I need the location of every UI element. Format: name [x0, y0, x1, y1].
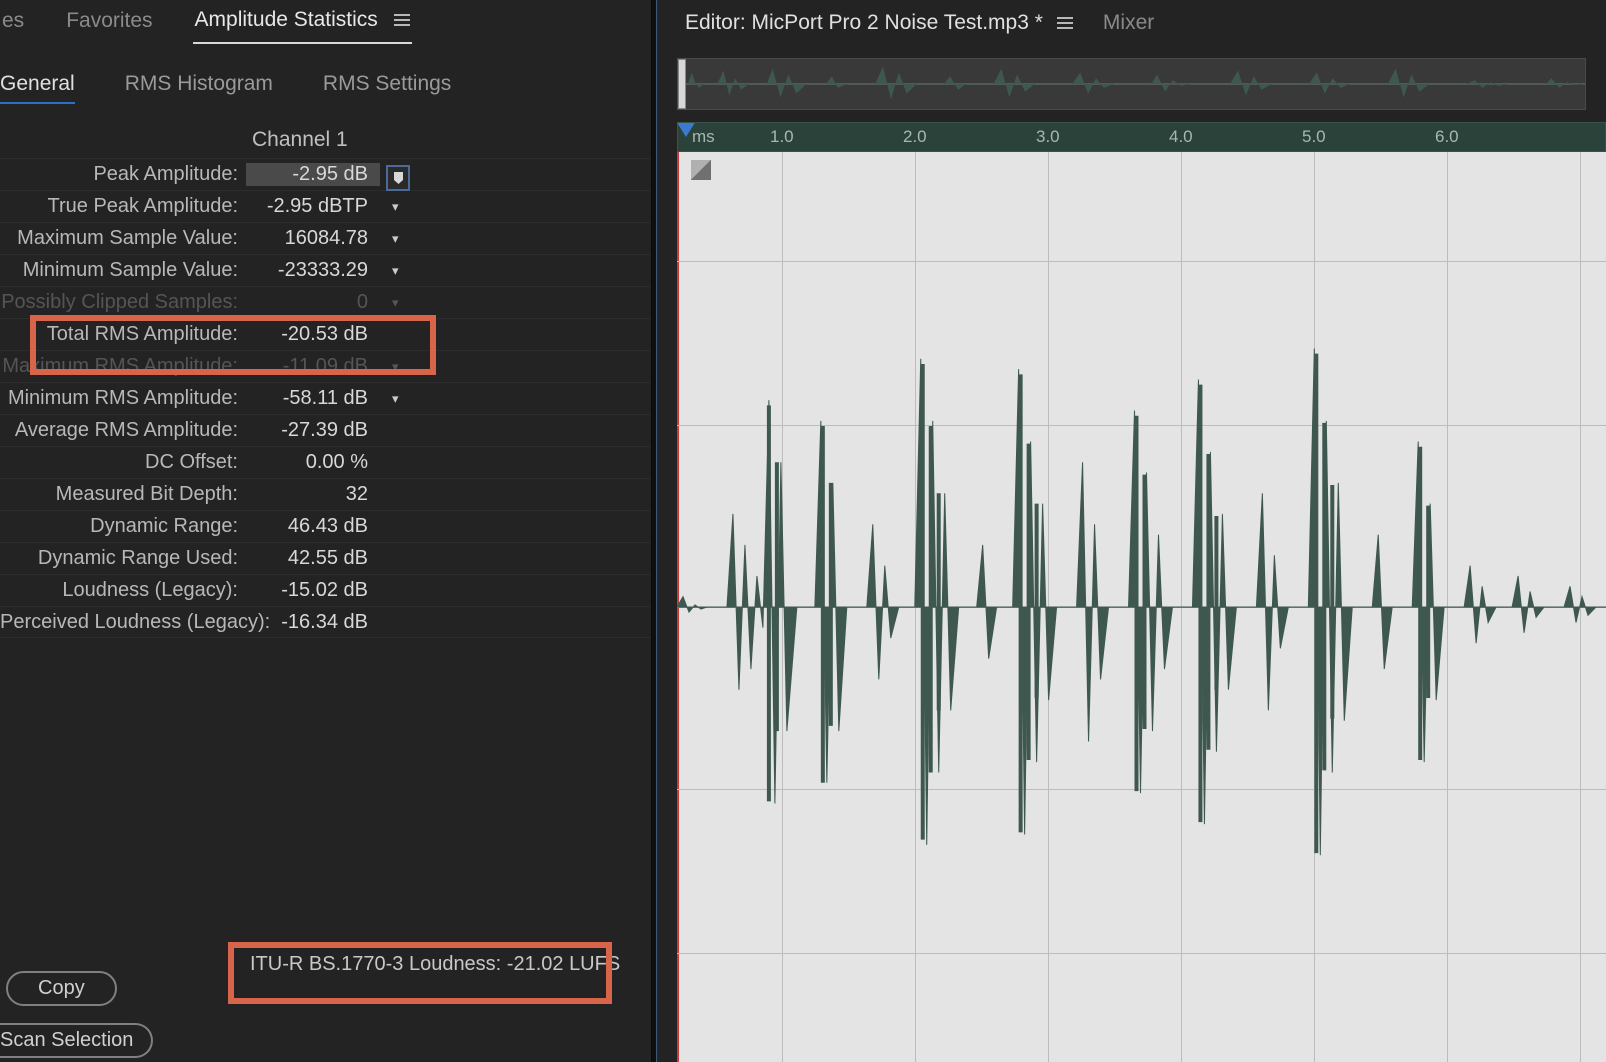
subtab-rms-histogram[interactable]: RMS Histogram: [125, 72, 273, 104]
label-loudness-legacy: Loudness (Legacy):: [0, 579, 246, 602]
marker-button[interactable]: ▾: [392, 359, 416, 375]
label-true-peak: True Peak Amplitude:: [0, 195, 246, 218]
value-bit-depth[interactable]: 32: [246, 483, 380, 506]
tab-favorites[interactable]: Favorites: [64, 5, 154, 43]
value-min-sample[interactable]: -23333.29: [246, 259, 380, 282]
row-loudness-legacy: Loudness (Legacy): -15.02 dB: [0, 574, 651, 606]
label-dynamic-range: Dynamic Range:: [0, 515, 246, 538]
value-dc-offset[interactable]: 0.00 %: [246, 451, 380, 474]
editor-tab-bar: Editor: MicPort Pro 2 Noise Test.mp3 * M…: [657, 0, 1606, 44]
label-min-sample: Minimum Sample Value:: [0, 259, 246, 282]
tab-amplitude-statistics[interactable]: Amplitude Statistics: [193, 4, 412, 44]
value-max-rms[interactable]: -11.09 dB: [246, 355, 380, 378]
row-dynamic-range-used: Dynamic Range Used: 42.55 dB: [0, 542, 651, 574]
editor-menu-icon[interactable]: [1057, 17, 1073, 29]
stats-table: Peak Amplitude: -2.95 dB True Peak Ampli…: [0, 158, 651, 638]
row-bit-depth: Measured Bit Depth: 32: [0, 478, 651, 510]
tab-mixer[interactable]: Mixer: [1103, 11, 1154, 35]
row-total-rms: Total RMS Amplitude: -20.53 dB: [0, 318, 651, 350]
stats-subtab-bar: General RMS Histogram RMS Settings: [0, 44, 651, 118]
tab-files-partial[interactable]: es: [0, 5, 26, 43]
label-dynamic-range-used: Dynamic Range Used:: [0, 547, 246, 570]
row-peak-amplitude: Peak Amplitude: -2.95 dB: [0, 158, 651, 190]
row-dc-offset: DC Offset: 0.00 %: [0, 446, 651, 478]
row-true-peak: True Peak Amplitude: -2.95 dBTP ▾: [0, 190, 651, 222]
value-dynamic-range[interactable]: 46.43 dB: [246, 515, 380, 538]
waveform-display[interactable]: [677, 152, 1606, 1062]
value-peak-amplitude[interactable]: -2.95 dB: [246, 163, 380, 186]
main-waveform-svg: [677, 152, 1606, 1062]
ruler-unit: ms: [692, 127, 715, 147]
value-peak-amplitude-text: -2.95 dB: [292, 163, 368, 185]
row-dynamic-range: Dynamic Range: 46.43 dB: [0, 510, 651, 542]
copy-button[interactable]: Copy: [6, 971, 117, 1006]
channel-header: Channel 1: [252, 124, 651, 158]
ruler-tick: 1.0: [770, 127, 794, 147]
value-avg-rms[interactable]: -27.39 dB: [246, 419, 380, 442]
panel-tab-bar: es Favorites Amplitude Statistics: [0, 0, 651, 44]
label-perceived-loudness: Perceived Loudness (Legacy):: [0, 611, 246, 634]
marker-button[interactable]: ▾: [392, 231, 416, 247]
label-clipped: Possibly Clipped Samples:: [0, 291, 246, 314]
scan-selection-button[interactable]: Scan Selection: [0, 1023, 153, 1058]
value-loudness-legacy[interactable]: -15.02 dB: [246, 579, 380, 602]
value-clipped[interactable]: 0: [246, 291, 380, 314]
tab-editor[interactable]: Editor: MicPort Pro 2 Noise Test.mp3 *: [685, 11, 1073, 35]
time-ruler[interactable]: ms 1.0 2.0 3.0 4.0 5.0 6.0: [677, 122, 1606, 152]
marker-button[interactable]: ▾: [392, 199, 416, 215]
label-max-rms: Maximum RMS Amplitude:: [0, 355, 246, 378]
label-peak-amplitude: Peak Amplitude:: [0, 163, 246, 186]
label-total-rms: Total RMS Amplitude:: [0, 323, 246, 346]
ruler-tick: 5.0: [1302, 127, 1326, 147]
ruler-tick: 3.0: [1036, 127, 1060, 147]
marker-icon: [393, 171, 404, 185]
value-true-peak[interactable]: -2.95 dBTP: [246, 195, 380, 218]
overview-handle-left[interactable]: [678, 59, 686, 109]
value-max-sample[interactable]: 16084.78: [246, 227, 380, 250]
editor-panel: Editor: MicPort Pro 2 Noise Test.mp3 * M…: [657, 0, 1606, 1062]
subtab-rms-settings[interactable]: RMS Settings: [323, 72, 451, 104]
row-min-rms: Minimum RMS Amplitude: -58.11 dB ▾: [0, 382, 651, 414]
ruler-tick: 2.0: [903, 127, 927, 147]
value-min-rms[interactable]: -58.11 dB: [246, 387, 380, 410]
label-bit-depth: Measured Bit Depth:: [0, 483, 246, 506]
value-total-rms[interactable]: -20.53 dB: [246, 323, 380, 346]
stats-area: Channel 1 Peak Amplitude: -2.95 dB True …: [0, 118, 651, 971]
marker-button[interactable]: ▾: [392, 263, 416, 279]
label-max-sample: Maximum Sample Value:: [0, 227, 246, 250]
overview-waveform-svg: [678, 59, 1585, 109]
waveform-overview[interactable]: [677, 58, 1586, 110]
ruler-tick: 4.0: [1169, 127, 1193, 147]
row-avg-rms: Average RMS Amplitude: -27.39 dB: [0, 414, 651, 446]
row-perceived-loudness: Perceived Loudness (Legacy): -16.34 dB: [0, 606, 651, 638]
ruler-tick: 6.0: [1435, 127, 1459, 147]
label-min-rms: Minimum RMS Amplitude:: [0, 387, 246, 410]
row-min-sample: Minimum Sample Value: -23333.29 ▾: [0, 254, 651, 286]
value-perceived-loudness[interactable]: -16.34 dB: [246, 611, 380, 634]
marker-button[interactable]: ▾: [392, 295, 416, 311]
amplitude-statistics-panel: es Favorites Amplitude Statistics Genera…: [0, 0, 651, 1062]
subtab-general[interactable]: General: [0, 72, 75, 104]
label-avg-rms: Average RMS Amplitude:: [0, 419, 246, 442]
panel-menu-icon[interactable]: [394, 14, 410, 26]
marker-button-selected[interactable]: [386, 165, 410, 191]
marker-button[interactable]: ▾: [392, 391, 416, 407]
lufs-readout: ITU-R BS.1770-3 Loudness: -21.02 LUFS: [250, 953, 620, 976]
row-max-rms: Maximum RMS Amplitude: -11.09 dB ▾: [0, 350, 651, 382]
label-dc-offset: DC Offset:: [0, 451, 246, 474]
row-max-sample: Maximum Sample Value: 16084.78 ▾: [0, 222, 651, 254]
row-clipped: Possibly Clipped Samples: 0 ▾: [0, 286, 651, 318]
tab-amplitude-statistics-label: Amplitude Statistics: [195, 8, 378, 31]
value-dynamic-range-used[interactable]: 42.55 dB: [246, 547, 380, 570]
tab-editor-label: Editor: MicPort Pro 2 Noise Test.mp3 *: [685, 11, 1043, 35]
